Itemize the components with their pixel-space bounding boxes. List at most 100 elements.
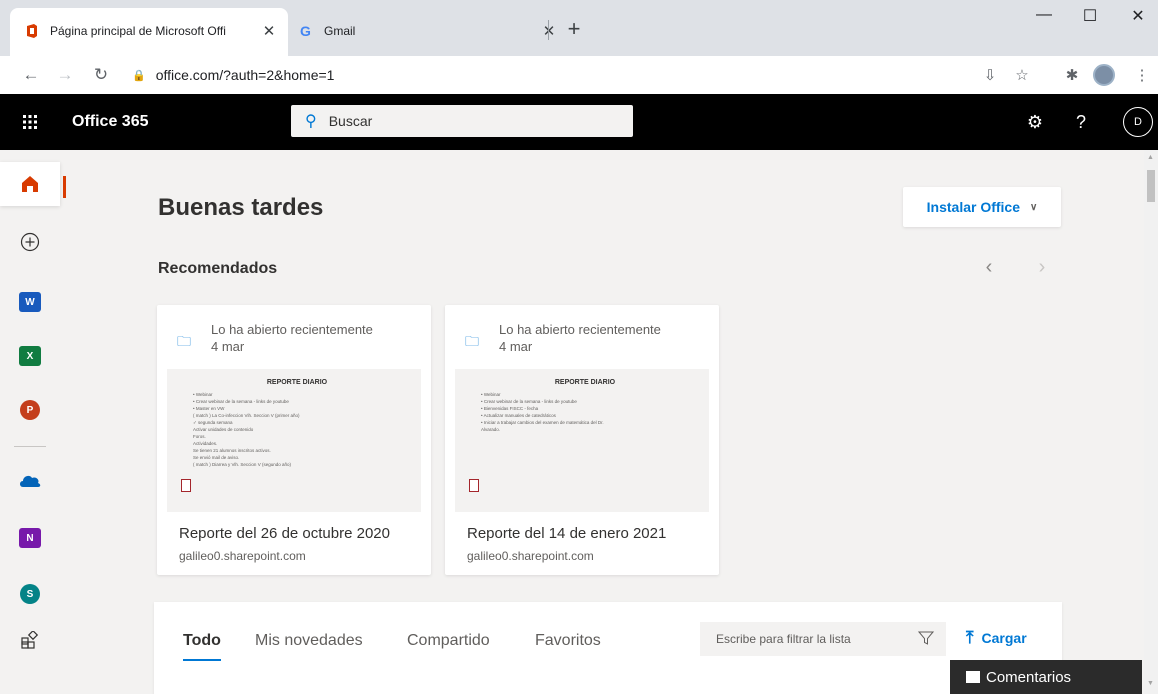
thumb-heading: REPORTE DIARIO: [266, 379, 328, 386]
tab-title: Página principal de Microsoft Offi: [50, 24, 226, 38]
reload-icon[interactable]: ↻: [88, 62, 114, 88]
new-tab-button[interactable]: +: [560, 16, 588, 42]
filter-placeholder: Escribe para filtrar la lista: [716, 632, 851, 646]
feedback-label: Comentarios: [986, 668, 1072, 686]
chevron-right-icon[interactable]: ›: [1030, 256, 1054, 279]
menu-kebab-icon[interactable]: ⋮: [1130, 64, 1154, 86]
thumb-line: Alvarado.: [481, 427, 501, 432]
scroll-up-icon[interactable]: ▲: [1147, 154, 1154, 161]
maximize-button[interactable]: ☐: [1070, 6, 1110, 26]
thumb-line: Se tienen 21 alumnos inscritos activos.: [193, 448, 271, 453]
thumb-line: • Webinar: [193, 392, 213, 397]
search-placeholder: Buscar: [328, 113, 373, 129]
feedback-button[interactable]: Comentarios: [950, 660, 1142, 694]
rail-item-excel[interactable]: X: [0, 334, 60, 378]
thumbnail-page: REPORTE DIARIO • Webinar • Crear webinar…: [167, 369, 421, 512]
tab-separator: [548, 20, 549, 40]
card-activity: Lo ha abierto recientemente: [211, 322, 373, 337]
pdf-file-icon: [469, 479, 479, 492]
thumb-line: • Actualizar manuales de catedráticos: [481, 413, 556, 418]
rail-divider: [14, 446, 46, 447]
card-date: 4 mar: [499, 339, 533, 354]
tab-office[interactable]: Página principal de Microsoft Offi ✕: [10, 8, 288, 60]
search-input[interactable]: ⚲ Buscar: [291, 105, 633, 137]
rail-item-sharepoint[interactable]: S: [0, 572, 60, 616]
tab-favorites[interactable]: Favoritos: [535, 632, 601, 650]
thumb-line: Activar unidades de contenido: [193, 427, 254, 432]
card-date: 4 mar: [211, 339, 245, 354]
tab-all[interactable]: Todo: [183, 632, 221, 650]
main-content: Buenas tardes Instalar Office ∨ Recomend…: [60, 150, 1144, 694]
scroll-thumb[interactable]: [1147, 170, 1155, 202]
settings-gear-icon[interactable]: ⚙: [1020, 94, 1050, 150]
thumb-line: Foros.: [193, 434, 206, 439]
app-title[interactable]: Office 365: [72, 94, 148, 150]
card-site: galileo0.sharepoint.com: [467, 549, 594, 563]
user-account-button[interactable]: D: [1120, 94, 1156, 150]
rail-item-onedrive[interactable]: [0, 458, 60, 502]
thumb-line: ( match ) La Co-infeccion Vih. Seccion V…: [193, 413, 300, 418]
thumb-line: Actividades.: [193, 441, 218, 446]
thumbnail-page: REPORTE DIARIO • Webinar • Crear webinar…: [455, 369, 709, 512]
thumb-line: • Master en VW: [193, 406, 225, 411]
thumb-line: Se envió mail de aviso.: [193, 455, 240, 460]
extensions-puzzle-icon[interactable]: ✱: [1060, 64, 1084, 86]
thumb-heading: REPORTE DIARIO: [554, 379, 616, 386]
chevron-down-icon: ∨: [1030, 201, 1038, 213]
filter-funnel-icon: [918, 631, 934, 645]
upload-arrow-icon: ⤒: [966, 628, 974, 647]
filter-input[interactable]: Escribe para filtrar la lista: [700, 622, 946, 656]
recommended-card[interactable]: 🗀 Lo ha abierto recientemente 4 mar REPO…: [157, 305, 431, 575]
chevron-left-icon[interactable]: ‹: [977, 256, 1001, 279]
recommended-card[interactable]: 🗀 Lo ha abierto recientemente 4 mar REPO…: [445, 305, 719, 575]
scroll-down-icon[interactable]: ▼: [1147, 680, 1154, 687]
thumb-line: • Crear webinar de la semana - links de …: [193, 399, 289, 404]
upload-button[interactable]: ⤒ Cargar: [966, 628, 1027, 648]
upload-label: Cargar: [981, 630, 1027, 646]
rail-item-home[interactable]: [0, 162, 66, 206]
onenote-icon: N: [19, 528, 41, 548]
home-icon: [22, 176, 38, 192]
thumb-line: • Webinar: [481, 392, 501, 397]
office-favicon-icon: [27, 24, 37, 38]
files-panel: Todo Mis novedades Compartido Favoritos …: [154, 602, 1062, 694]
tab-gmail[interactable]: G Gmail ✕: [290, 8, 558, 54]
thumb-line: • Iniciar a trabajar cambios del examen …: [481, 420, 604, 425]
rail-item-powerpoint[interactable]: P: [0, 388, 60, 432]
tab-close-icon[interactable]: ✕: [540, 22, 558, 40]
profile-avatar[interactable]: [1092, 64, 1116, 86]
add-circle-icon: [20, 232, 40, 252]
app-launcher-waffle-icon[interactable]: [0, 94, 60, 150]
user-initial-avatar: D: [1123, 107, 1153, 137]
help-button[interactable]: ?: [1066, 94, 1096, 150]
waffle-icon: [23, 115, 37, 129]
thumb-line: • Bienvenidas FISCC - fecha: [481, 406, 539, 411]
back-arrow-icon[interactable]: ←: [18, 62, 44, 88]
svg-text:G: G: [300, 23, 311, 39]
install-office-button[interactable]: Instalar Office ∨: [903, 187, 1061, 227]
excel-icon: X: [19, 346, 41, 366]
tab-shared[interactable]: Compartido: [407, 632, 490, 650]
thumb-line: ( match ) Diarrea y Vih. Seccion V (segu…: [193, 462, 291, 467]
card-title: Reporte del 14 de enero 2021: [467, 525, 667, 542]
close-window-button[interactable]: ✕: [1118, 6, 1158, 26]
install-app-icon[interactable]: ⇩: [978, 64, 1002, 86]
browser-toolbar: ← → ↻ 🔒 office.com/?auth=2&home=1 ⇩ ☆ ✱ …: [0, 56, 1158, 94]
bookmark-star-icon[interactable]: ☆: [1010, 64, 1034, 86]
rail-item-word[interactable]: W: [0, 280, 60, 324]
scrollbar[interactable]: ▲ ▼: [1144, 150, 1158, 694]
active-tab-underline: [183, 659, 221, 661]
rail-item-create[interactable]: [0, 220, 60, 264]
tab-close-icon[interactable]: ✕: [260, 22, 278, 40]
card-meta: 🗀 Lo ha abierto recientemente 4 mar: [177, 321, 373, 355]
tab-my-updates[interactable]: Mis novedades: [255, 632, 363, 650]
document-thumbnail: REPORTE DIARIO • Webinar • Crear webinar…: [455, 369, 709, 512]
browser-tab-strip: Página principal de Microsoft Offi ✕ G G…: [0, 0, 1158, 60]
rail-item-all-apps[interactable]: [0, 618, 60, 662]
forward-arrow-icon[interactable]: →: [52, 62, 78, 88]
minimize-button[interactable]: —: [1024, 6, 1064, 24]
address-bar[interactable]: 🔒 office.com/?auth=2&home=1: [132, 60, 962, 90]
rail-item-onenote[interactable]: N: [0, 516, 60, 560]
card-activity: Lo ha abierto recientemente: [499, 322, 661, 337]
lock-icon: 🔒: [132, 69, 146, 82]
